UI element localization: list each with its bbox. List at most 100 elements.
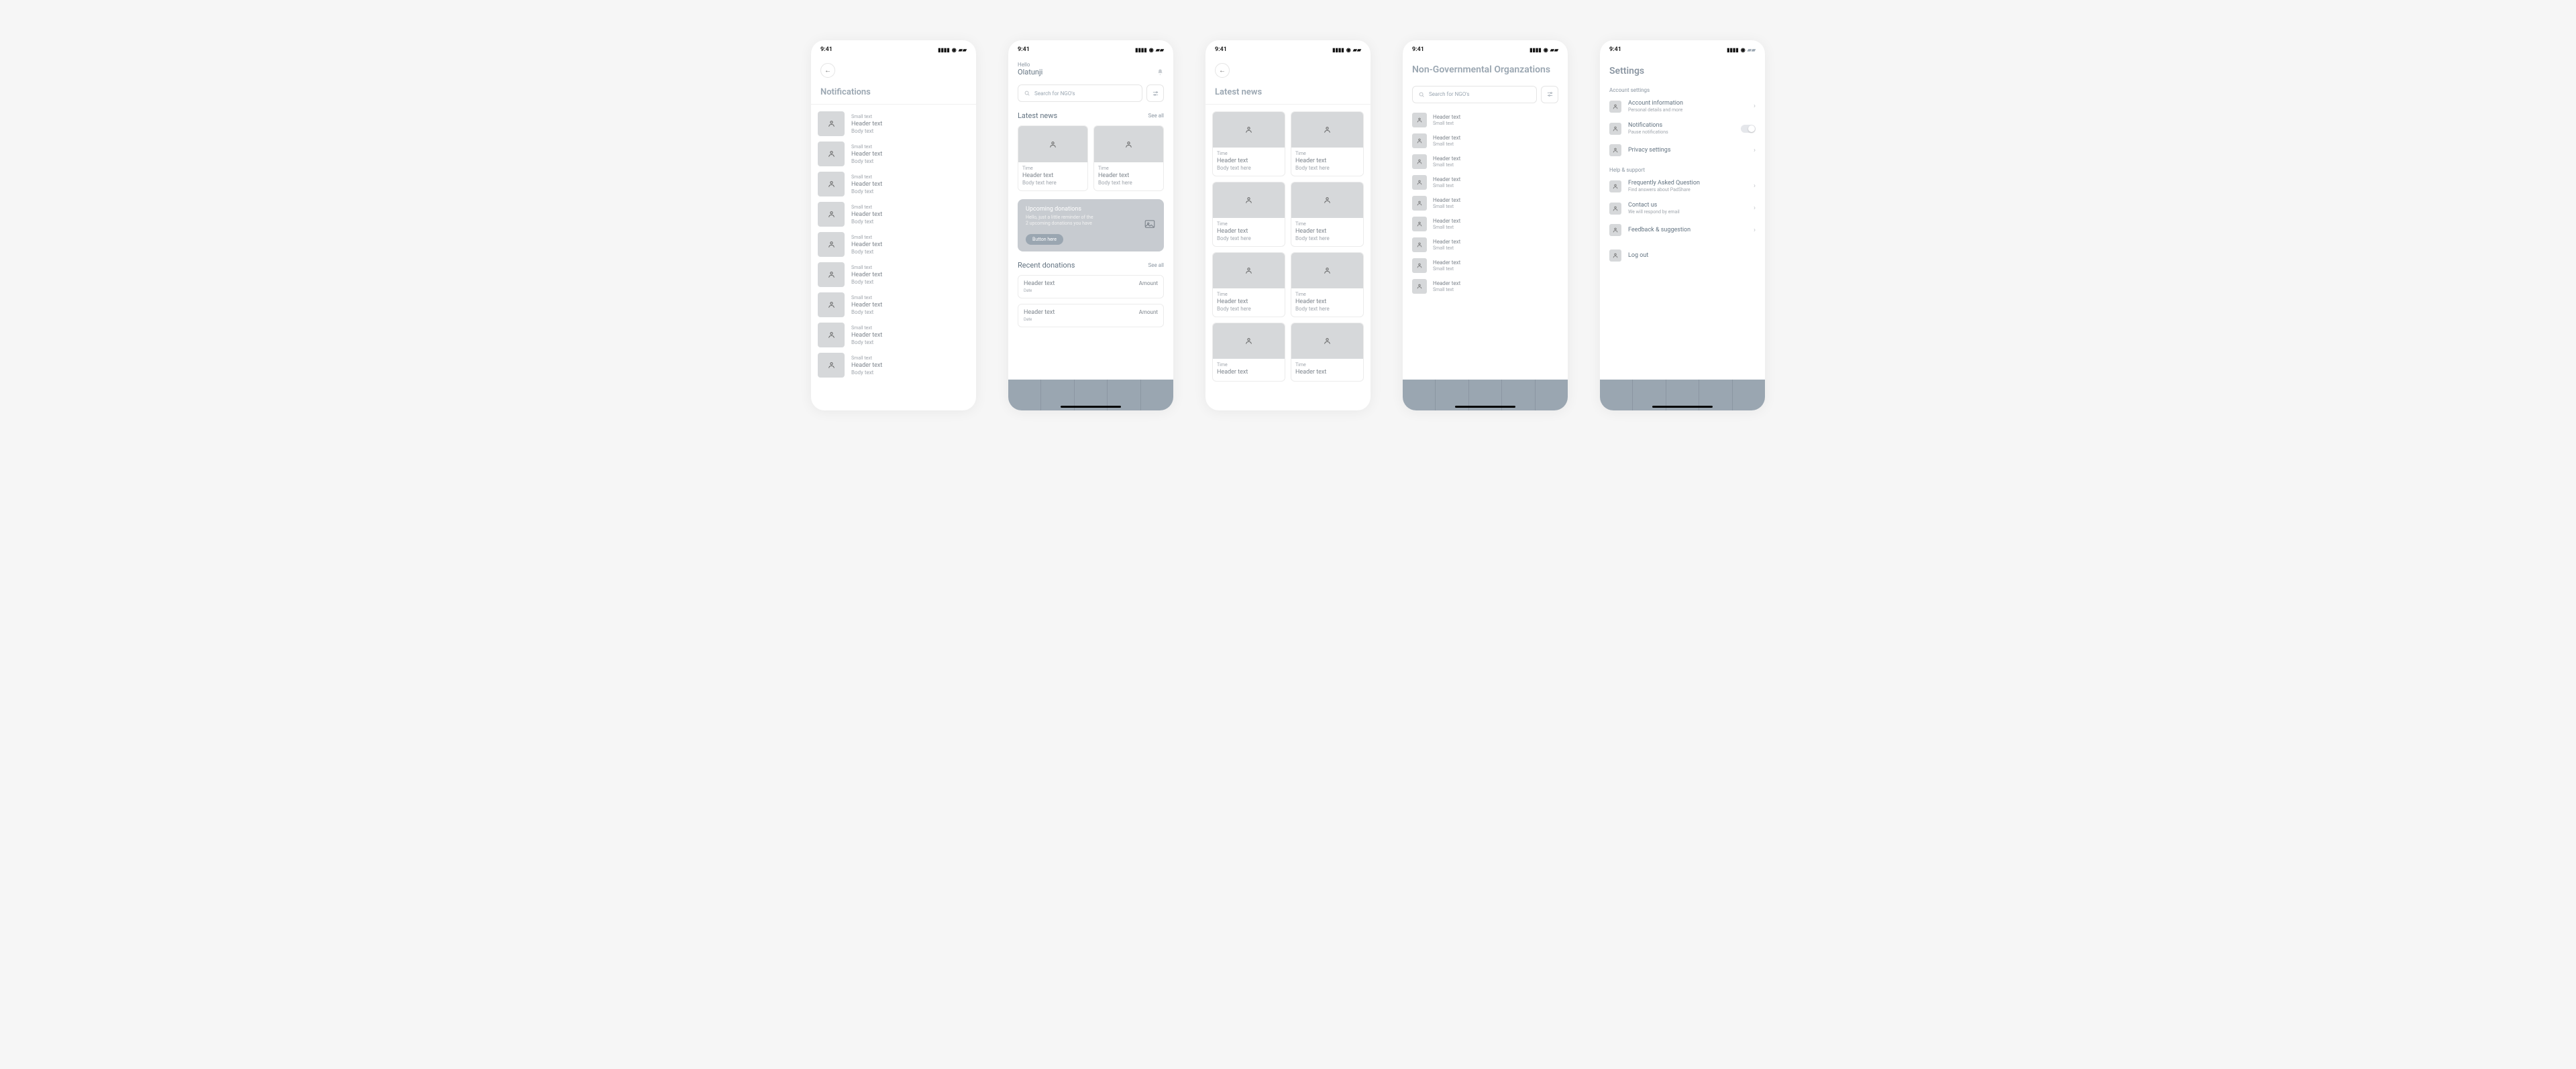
news-header: Header text — [1098, 172, 1159, 179]
news-card[interactable]: Time Header text — [1291, 323, 1364, 382]
news-time: Time — [1295, 221, 1359, 227]
ngo-small: Small text — [1433, 162, 1460, 168]
news-card[interactable]: Time Header text Body text here — [1212, 182, 1285, 247]
row-logout[interactable]: Log out — [1609, 249, 1756, 262]
donation-amount: Amount — [1139, 309, 1158, 315]
search-input[interactable]: Search for NGO's — [1018, 85, 1142, 102]
news-card[interactable]: Time Header text Body text here — [1291, 182, 1364, 247]
person-icon — [1412, 258, 1427, 273]
tab-1[interactable] — [1008, 380, 1041, 410]
ngo-row[interactable]: Header text Small text — [1412, 196, 1558, 211]
ngo-header: Header text — [1433, 156, 1460, 162]
row-faq[interactable]: Frequently Asked Question Find answers a… — [1609, 180, 1756, 192]
home-indicator — [1455, 406, 1515, 408]
news-card[interactable]: Time Header text Body text here — [1093, 125, 1164, 191]
ngo-header: Header text — [1433, 135, 1460, 141]
person-icon — [1609, 249, 1621, 262]
news-card[interactable]: Time Header text Body text here — [1212, 252, 1285, 317]
filter-button[interactable] — [1146, 85, 1164, 102]
news-card[interactable]: Time Header text Body text here — [1291, 252, 1364, 317]
notification-header: Header text — [851, 211, 882, 218]
statusbar: 9:41 ▮▮▮▮ ◉ ▰▰ — [1600, 43, 1765, 56]
see-all-link[interactable]: See all — [1148, 113, 1164, 119]
home-indicator — [1652, 406, 1713, 408]
row-account-information[interactable]: Account information Personal details and… — [1609, 100, 1756, 113]
ngo-row[interactable]: Header text Small text — [1412, 279, 1558, 294]
row-privacy[interactable]: Privacy settings › — [1609, 144, 1756, 156]
ngo-small: Small text — [1433, 245, 1460, 251]
ngo-row[interactable]: Header text Small text — [1412, 154, 1558, 169]
bell-icon[interactable] — [1157, 68, 1164, 76]
notification-row[interactable]: Small text Header text Body text — [818, 111, 969, 136]
back-button[interactable]: ← — [820, 63, 835, 78]
notification-row[interactable]: Small text Header text Body text — [818, 262, 969, 287]
ngo-small: Small text — [1433, 266, 1460, 272]
notification-row[interactable]: Small text Header text Body text — [818, 232, 969, 257]
ngo-small: Small text — [1433, 121, 1460, 126]
wifi-icon: ◉ — [1741, 47, 1746, 53]
news-card[interactable]: Time Header text — [1212, 323, 1285, 382]
ngo-row[interactable]: Header text Small text — [1412, 237, 1558, 252]
donation-item[interactable]: Header text Date Amount — [1018, 304, 1164, 327]
tabbar — [1008, 380, 1173, 410]
news-card[interactable]: Time Header text Body text here — [1291, 111, 1364, 176]
wifi-icon: ◉ — [1149, 47, 1154, 53]
news-card[interactable]: Time Header text Body text here — [1212, 111, 1285, 176]
tab-1[interactable] — [1403, 380, 1436, 410]
news-image — [1213, 323, 1285, 359]
search-input[interactable]: Search for NGO's — [1412, 86, 1537, 103]
tab-5[interactable] — [1141, 380, 1173, 410]
news-time: Time — [1217, 292, 1281, 297]
statusbar: 9:41 ▮▮▮▮ ◉ ▰▰ — [1403, 43, 1568, 56]
ngo-header: Header text — [1433, 114, 1460, 120]
row-notifications[interactable]: Notifications Pause notifications — [1609, 122, 1756, 135]
news-time: Time — [1217, 151, 1281, 156]
person-icon — [1609, 101, 1621, 113]
home-indicator — [1061, 406, 1121, 408]
tab-1[interactable] — [1600, 380, 1633, 410]
wifi-icon: ◉ — [1544, 47, 1548, 53]
news-body: Body text here — [1098, 180, 1159, 186]
news-header: Header text — [1217, 298, 1281, 305]
notification-row[interactable]: Small text Header text Body text — [818, 202, 969, 227]
see-all-link[interactable]: See all — [1148, 262, 1164, 268]
back-button[interactable]: ← — [1215, 63, 1230, 78]
donation-item[interactable]: Header text Date Amount — [1018, 275, 1164, 298]
news-card[interactable]: Time Header text Body text here — [1018, 125, 1088, 191]
news-body: Body text here — [1295, 165, 1359, 171]
signal-icon: ▮▮▮▮ — [1727, 47, 1739, 53]
filter-button[interactable] — [1541, 86, 1558, 103]
news-time: Time — [1217, 221, 1281, 227]
banner-button[interactable]: Button here — [1026, 234, 1063, 245]
notification-body: Body text — [851, 249, 882, 255]
ngo-header: Header text — [1433, 280, 1460, 286]
battery-icon: ▰▰ — [1748, 47, 1756, 53]
notification-header: Header text — [851, 272, 882, 278]
row-contact[interactable]: Contact us We will respond by email › — [1609, 202, 1756, 215]
ngo-row[interactable]: Header text Small text — [1412, 258, 1558, 273]
ngo-row[interactable]: Header text Small text — [1412, 175, 1558, 190]
notification-row[interactable]: Small text Header text Body text — [818, 353, 969, 378]
signal-icon: ▮▮▮▮ — [1332, 47, 1344, 53]
person-icon — [818, 111, 845, 136]
screen-settings: 9:41 ▮▮▮▮ ◉ ▰▰ Settings Account settings… — [1600, 40, 1765, 410]
notification-row[interactable]: Small text Header text Body text — [818, 142, 969, 166]
tab-5[interactable] — [1536, 380, 1568, 410]
notification-row[interactable]: Small text Header text Body text — [818, 323, 969, 347]
notification-body: Body text — [851, 279, 882, 285]
wifi-icon: ◉ — [1346, 47, 1351, 53]
hello-label: Hello — [1018, 62, 1164, 68]
ngo-row[interactable]: Header text Small text — [1412, 113, 1558, 127]
ngo-row[interactable]: Header text Small text — [1412, 217, 1558, 231]
tab-5[interactable] — [1733, 380, 1765, 410]
notifications-toggle[interactable] — [1741, 125, 1756, 133]
ngo-row[interactable]: Header text Small text — [1412, 133, 1558, 148]
notification-header: Header text — [851, 121, 882, 127]
status-time: 9:41 — [1018, 46, 1030, 53]
news-image — [1291, 182, 1363, 218]
notification-row[interactable]: Small text Header text Body text — [818, 292, 969, 317]
notification-row[interactable]: Small text Header text Body text — [818, 172, 969, 196]
ngo-small: Small text — [1433, 204, 1460, 209]
row-feedback[interactable]: Feedback & suggestion › — [1609, 224, 1756, 236]
news-header: Header text — [1295, 298, 1359, 305]
